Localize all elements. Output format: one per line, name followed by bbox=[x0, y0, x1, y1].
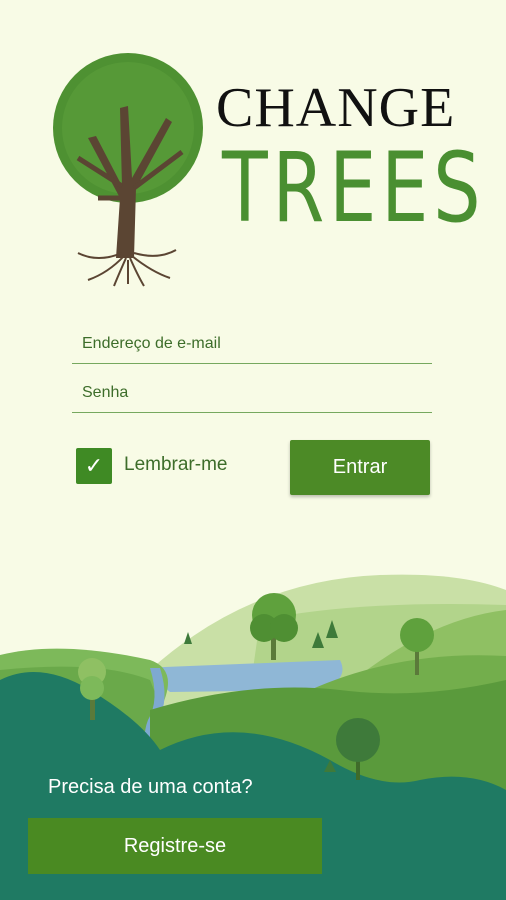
signup-prompt-text: Precisa de uma conta? bbox=[48, 776, 253, 798]
password-field[interactable] bbox=[72, 374, 432, 413]
brand-trees-text: TREES bbox=[222, 132, 486, 244]
remember-label[interactable]: Lembrar-me bbox=[124, 454, 227, 476]
checkmark-icon: ✓ bbox=[84, 453, 104, 478]
brand-change-text: CHANGE bbox=[216, 77, 456, 139]
password-input[interactable] bbox=[72, 374, 432, 412]
login-button[interactable]: Entrar bbox=[290, 440, 430, 495]
email-input[interactable] bbox=[72, 325, 432, 363]
register-button[interactable]: Registre-se bbox=[28, 818, 322, 874]
remember-checkbox[interactable]: ✓ bbox=[76, 448, 112, 484]
logo-tree-icon bbox=[53, 53, 203, 287]
email-field[interactable] bbox=[72, 325, 432, 364]
